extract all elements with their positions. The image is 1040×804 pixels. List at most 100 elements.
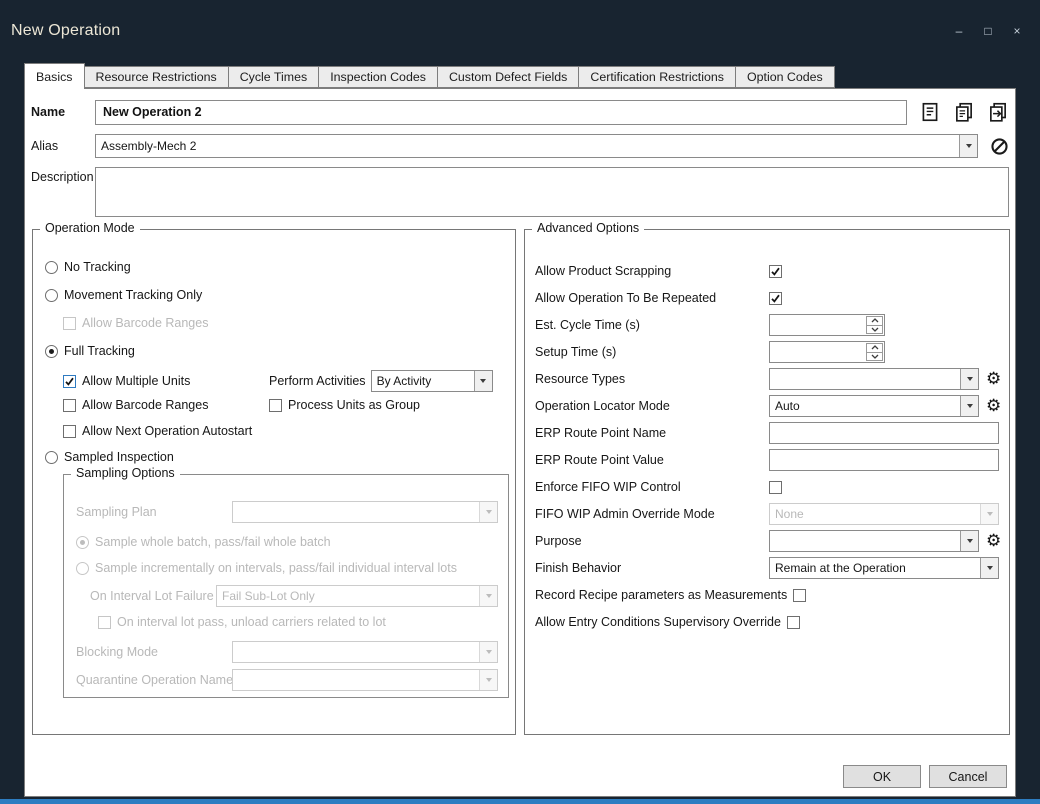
sample-whole-batch-label: Sample whole batch, pass/fail whole batc… [95,535,331,549]
no-tracking-radio[interactable] [45,261,58,274]
quarantine-operation-name-combobox [232,669,498,691]
ok-button[interactable]: OK [843,765,921,788]
barcode-ranges-row: Allow Barcode Ranges Process Units as Gr… [63,396,507,414]
minimize-button[interactable]: – [952,24,966,38]
on-interval-lot-pass-checkbox [98,616,111,629]
est-cycle-time-spinner[interactable] [769,314,885,336]
allow-operation-to-be-repeated-checkbox[interactable] [769,292,782,305]
on-interval-lot-failure-label: On Interval Lot Failure [90,589,216,603]
allow-next-operation-autostart-checkbox[interactable] [63,425,76,438]
allow-barcode-ranges-checkbox[interactable] [63,399,76,412]
setup-time-spinner[interactable] [769,341,885,363]
allow-operation-to-be-repeated-label: Allow Operation To Be Repeated [535,291,769,305]
setup-time-input[interactable] [770,342,865,362]
perform-activities-label: Perform Activities [269,374,366,388]
fifo-wip-admin-override-mode-label: FIFO WIP Admin Override Mode [535,507,769,521]
titlebar: New Operation – □ × [0,0,1040,56]
tab-custom-defect-fields[interactable]: Custom Defect Fields [438,66,579,88]
chevron-down-icon[interactable] [474,371,492,391]
alias-label: Alias [31,139,95,153]
record-recipe-parameters-checkbox[interactable] [793,589,806,602]
no-tracking-label: No Tracking [64,260,131,274]
entry-conditions-override-row: Allow Entry Conditions Supervisory Overr… [535,611,997,633]
blocking-mode-row: Blocking Mode [76,641,498,663]
operation-locator-mode-label: Operation Locator Mode [535,399,769,413]
erp-route-point-name-input[interactable] [769,422,999,444]
resource-types-row: Resource Types ⚙ [535,368,997,390]
full-tracking-radio[interactable] [45,345,58,358]
est-cycle-time-row: Est. Cycle Time (s) [535,314,997,336]
chevron-down-icon[interactable] [960,369,978,389]
sampling-options-title: Sampling Options [71,466,180,480]
tab-strip: Basics Resource Restrictions Cycle Times… [24,63,835,88]
est-cycle-time-label: Est. Cycle Time (s) [535,318,769,332]
on-interval-lot-failure-combobox: Fail Sub-Lot Only [216,585,498,607]
blocking-mode-label: Blocking Mode [76,645,232,659]
allow-product-scrapping-checkbox[interactable] [769,265,782,278]
erp-route-point-value-input[interactable] [769,449,999,471]
tab-certification-restrictions[interactable]: Certification Restrictions [579,66,736,88]
copy-documents-icon[interactable] [953,101,975,123]
movement-barcode-row: Allow Barcode Ranges [63,314,507,332]
full-tracking-label: Full Tracking [64,344,135,358]
finish-behavior-label: Finish Behavior [535,561,769,575]
enforce-fifo-wip-control-label: Enforce FIFO WIP Control [535,480,769,494]
process-units-as-group-checkbox[interactable] [269,399,282,412]
chevron-down-icon[interactable] [980,558,998,578]
tab-cycle-times[interactable]: Cycle Times [229,66,319,88]
tab-resource-restrictions[interactable]: Resource Restrictions [85,66,229,88]
blocking-mode-combobox [232,641,498,663]
gear-icon[interactable]: ⚙ [986,397,1001,415]
description-input[interactable] [95,167,1009,217]
increment-chevron-icon[interactable] [867,344,882,353]
document-lines-icon[interactable] [919,101,941,123]
decrement-chevron-icon[interactable] [867,326,882,334]
movement-tracking-only-radio[interactable] [45,289,58,302]
operation-mode-title: Operation Mode [40,221,140,235]
tab-inspection-codes[interactable]: Inspection Codes [319,66,438,88]
decrement-chevron-icon[interactable] [867,353,882,361]
finish-behavior-combobox[interactable]: Remain at the Operation [769,557,999,579]
chevron-down-icon[interactable] [959,135,977,157]
purpose-combobox[interactable] [769,530,979,552]
allow-entry-conditions-override-checkbox[interactable] [787,616,800,629]
increment-chevron-icon[interactable] [867,317,882,326]
name-input[interactable] [95,100,907,125]
maximize-button[interactable]: □ [981,24,995,38]
est-cycle-time-input[interactable] [770,315,865,335]
enforce-fifo-wip-control-checkbox[interactable] [769,481,782,494]
chevron-down-icon[interactable] [960,531,978,551]
tab-basics[interactable]: Basics [24,63,85,89]
no-tracking-row: No Tracking [45,258,507,276]
operation-locator-mode-combobox[interactable]: Auto [769,395,979,417]
name-row: Name [31,99,1009,125]
movement-tracking-only-label: Movement Tracking Only [64,288,202,302]
movement-tracking-row: Movement Tracking Only [45,286,507,304]
sampling-plan-row: Sampling Plan [76,501,498,523]
sample-whole-batch-row: Sample whole batch, pass/fail whole batc… [76,533,498,551]
circle-slash-icon[interactable] [990,137,1009,156]
close-button[interactable]: × [1010,24,1024,38]
chevron-down-icon[interactable] [960,396,978,416]
gear-icon[interactable]: ⚙ [986,532,1001,550]
perform-activities-combobox[interactable]: By Activity [371,370,493,392]
chevron-down-icon [479,670,497,690]
cancel-button[interactable]: Cancel [929,765,1007,788]
allow-multiple-units-checkbox[interactable] [63,375,76,388]
interval-lot-failure-row: On Interval Lot Failure Fail Sub-Lot Onl… [90,585,498,607]
allow-next-operation-autostart-label: Allow Next Operation Autostart [82,424,252,438]
fifo-wip-admin-override-mode-value: None [770,507,980,521]
alias-combobox[interactable]: Assembly-Mech 2 [95,134,978,158]
tab-option-codes[interactable]: Option Codes [736,66,835,88]
import-document-icon[interactable] [987,101,1009,123]
process-units-as-group-label: Process Units as Group [288,398,420,412]
setup-time-label: Setup Time (s) [535,345,769,359]
window-accent-bar [0,799,1040,804]
advanced-options-groupbox: Advanced Options Allow Product Scrapping… [524,229,1010,735]
sampled-inspection-radio[interactable] [45,451,58,464]
gear-icon[interactable]: ⚙ [986,370,1001,388]
alias-row: Alias Assembly-Mech 2 [31,133,1009,159]
resource-types-combobox[interactable] [769,368,979,390]
operation-mode-groupbox: Operation Mode No Tracking Movement Trac… [32,229,516,735]
window-controls: – □ × [952,24,1024,38]
